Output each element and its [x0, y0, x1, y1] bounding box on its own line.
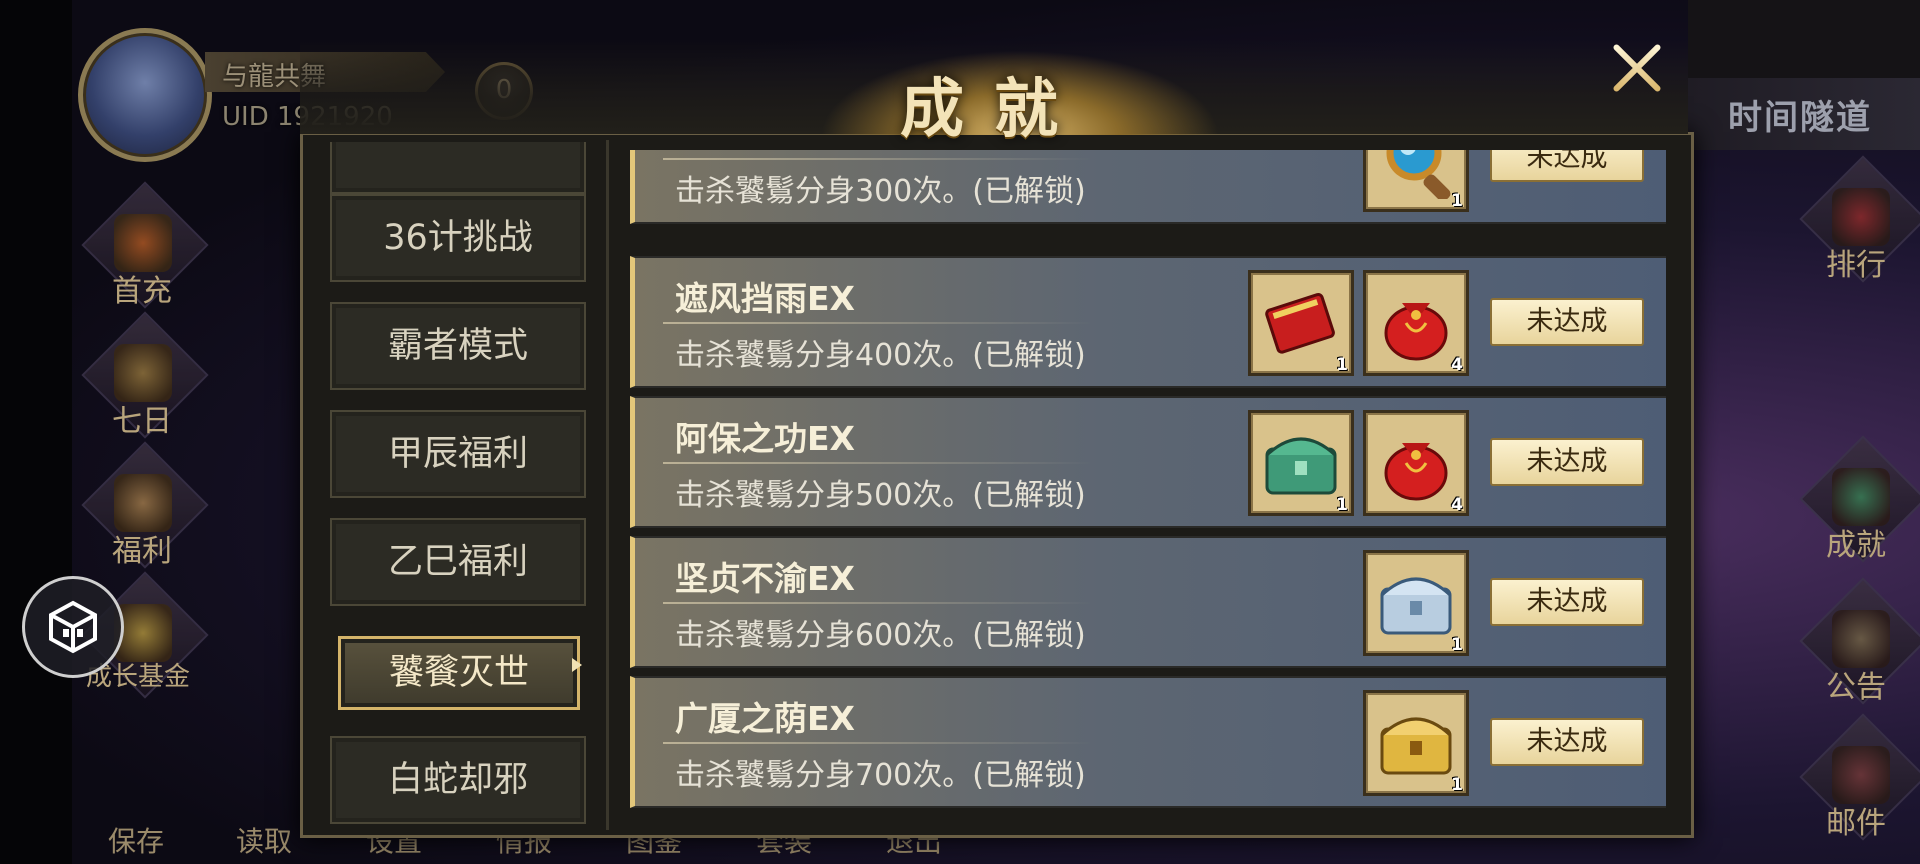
- reward-count: 1: [1336, 355, 1348, 375]
- close-button[interactable]: [1610, 42, 1662, 94]
- hud-left-label: 福利: [112, 534, 172, 569]
- gold-chest-icon: [1380, 717, 1452, 775]
- category-list: 36计挑战霸者模式甲辰福利乙巳福利饕餮灭世白蛇却邪: [310, 142, 600, 826]
- bottom-menu-item[interactable]: 读取: [236, 820, 292, 860]
- hud-right-label: 成就: [1826, 528, 1886, 563]
- red-book-icon: [1265, 292, 1335, 354]
- category-tab[interactable]: 36计挑战: [330, 194, 586, 282]
- category-tab[interactable]: 霸者模式: [330, 302, 586, 390]
- active-category-arrow-icon: [572, 658, 582, 672]
- reward-count: 4: [1451, 495, 1463, 515]
- cube-icon: [49, 600, 97, 654]
- status-button[interactable]: 未达成: [1490, 578, 1644, 626]
- hud-right-label: 邮件: [1826, 806, 1886, 841]
- category-tab[interactable]: 乙巳福利: [330, 518, 586, 606]
- hud-left-icon[interactable]: [114, 344, 172, 402]
- achievement-list[interactable]: 护国佑民EX 击杀饕鬄分身300次。(已解锁) 未达成 1 遮风挡雨EX 击杀饕鬄分身40…: [630, 150, 1666, 820]
- category-tab[interactable]: 甲辰福利: [330, 410, 586, 498]
- status-button[interactable]: 未达成: [1490, 150, 1644, 182]
- achievement-description: 击杀饕鬄分身500次。(已解锁): [675, 478, 1086, 513]
- achievement-description: 击杀饕鬄分身700次。(已解锁): [675, 758, 1086, 793]
- top-right-bar: [1688, 0, 1920, 78]
- time-tunnel-label: 时间隧道: [1728, 98, 1872, 138]
- name-underline: [663, 158, 1093, 160]
- achievement-name: 遮风挡雨EX: [675, 279, 855, 318]
- category-tab[interactable]: [330, 142, 586, 194]
- reward-count: 1: [1451, 635, 1463, 655]
- achievement-row: 护国佑民EX 击杀饕鬄分身300次。(已解锁) 未达成 1: [630, 150, 1666, 224]
- achievement-name: 阿保之功EX: [675, 419, 855, 458]
- name-underline: [663, 742, 1093, 744]
- hud-right-label: 公告: [1826, 670, 1886, 705]
- status-button[interactable]: 未达成: [1490, 718, 1644, 766]
- reward-slot[interactable]: 1: [1363, 690, 1469, 796]
- reward-slot[interactable]: 1: [1363, 550, 1469, 656]
- dialog-title: 成就: [900, 72, 1088, 147]
- achievement-name: 广厦之荫EX: [675, 699, 855, 738]
- reward-slot[interactable]: 1: [1248, 410, 1354, 516]
- reward-count: 1: [1336, 495, 1348, 515]
- hud-left-label: 七日: [112, 404, 172, 439]
- name-underline: [663, 322, 1093, 324]
- bottom-menu-item[interactable]: 保存: [108, 820, 164, 860]
- hud-right-icon[interactable]: [1832, 468, 1890, 526]
- status-button[interactable]: 未达成: [1490, 298, 1644, 346]
- achievement-description: 击杀饕鬄分身600次。(已解锁): [675, 618, 1086, 653]
- achievement-name: 护国佑民EX: [675, 150, 855, 156]
- reward-slot[interactable]: 1: [1363, 150, 1469, 212]
- hud-right-icon[interactable]: [1832, 188, 1890, 246]
- column-divider: [606, 140, 609, 830]
- category-tab-active[interactable]: 饕餮灭世: [338, 636, 580, 710]
- reward-count: 1: [1451, 775, 1463, 795]
- status-button[interactable]: 未达成: [1490, 438, 1644, 486]
- reward-slot[interactable]: 4: [1363, 270, 1469, 376]
- achievement-description: 击杀饕鬄分身300次。(已解锁): [675, 174, 1086, 209]
- red-pouch-icon: [1384, 443, 1448, 501]
- hud-right-icon[interactable]: [1832, 746, 1890, 804]
- achievement-row: 遮风挡雨EX 击杀饕鬄分身400次。(已解锁) 未达成 1 4: [630, 256, 1666, 388]
- floating-cube-button[interactable]: [22, 576, 124, 678]
- achievement-description: 击杀饕鬄分身400次。(已解锁): [675, 338, 1086, 373]
- magnifier-icon: [1386, 150, 1451, 199]
- name-underline: [663, 462, 1093, 464]
- red-pouch-icon: [1384, 303, 1448, 361]
- category-tab[interactable]: 白蛇却邪: [330, 736, 586, 824]
- name-underline: [663, 602, 1093, 604]
- achievement-name: 坚贞不渝EX: [675, 559, 855, 598]
- hud-left-label: 首充: [112, 274, 172, 309]
- achievement-row: 坚贞不渝EX 击杀饕鬄分身600次。(已解锁) 未达成 1: [630, 536, 1666, 668]
- hud-right-label: 排行: [1826, 248, 1886, 283]
- hud-right-icon[interactable]: [1832, 610, 1890, 668]
- reward-slot[interactable]: 4: [1363, 410, 1469, 516]
- achievement-row: 广厦之荫EX 击杀饕鬄分身700次。(已解锁) 未达成 1: [630, 676, 1666, 808]
- hud-left-icon[interactable]: [114, 474, 172, 532]
- silver-chest-icon: [1380, 577, 1452, 635]
- reward-slot[interactable]: 1: [1248, 270, 1354, 376]
- player-avatar[interactable]: [78, 28, 212, 162]
- reward-count: 4: [1451, 355, 1463, 375]
- achievement-row: 阿保之功EX 击杀饕鬄分身500次。(已解锁) 未达成 1 4: [630, 396, 1666, 528]
- jade-chest-icon: [1265, 437, 1337, 495]
- reward-count: 1: [1451, 191, 1463, 211]
- hud-left-icon[interactable]: [114, 214, 172, 272]
- left-letterbox: [0, 0, 72, 864]
